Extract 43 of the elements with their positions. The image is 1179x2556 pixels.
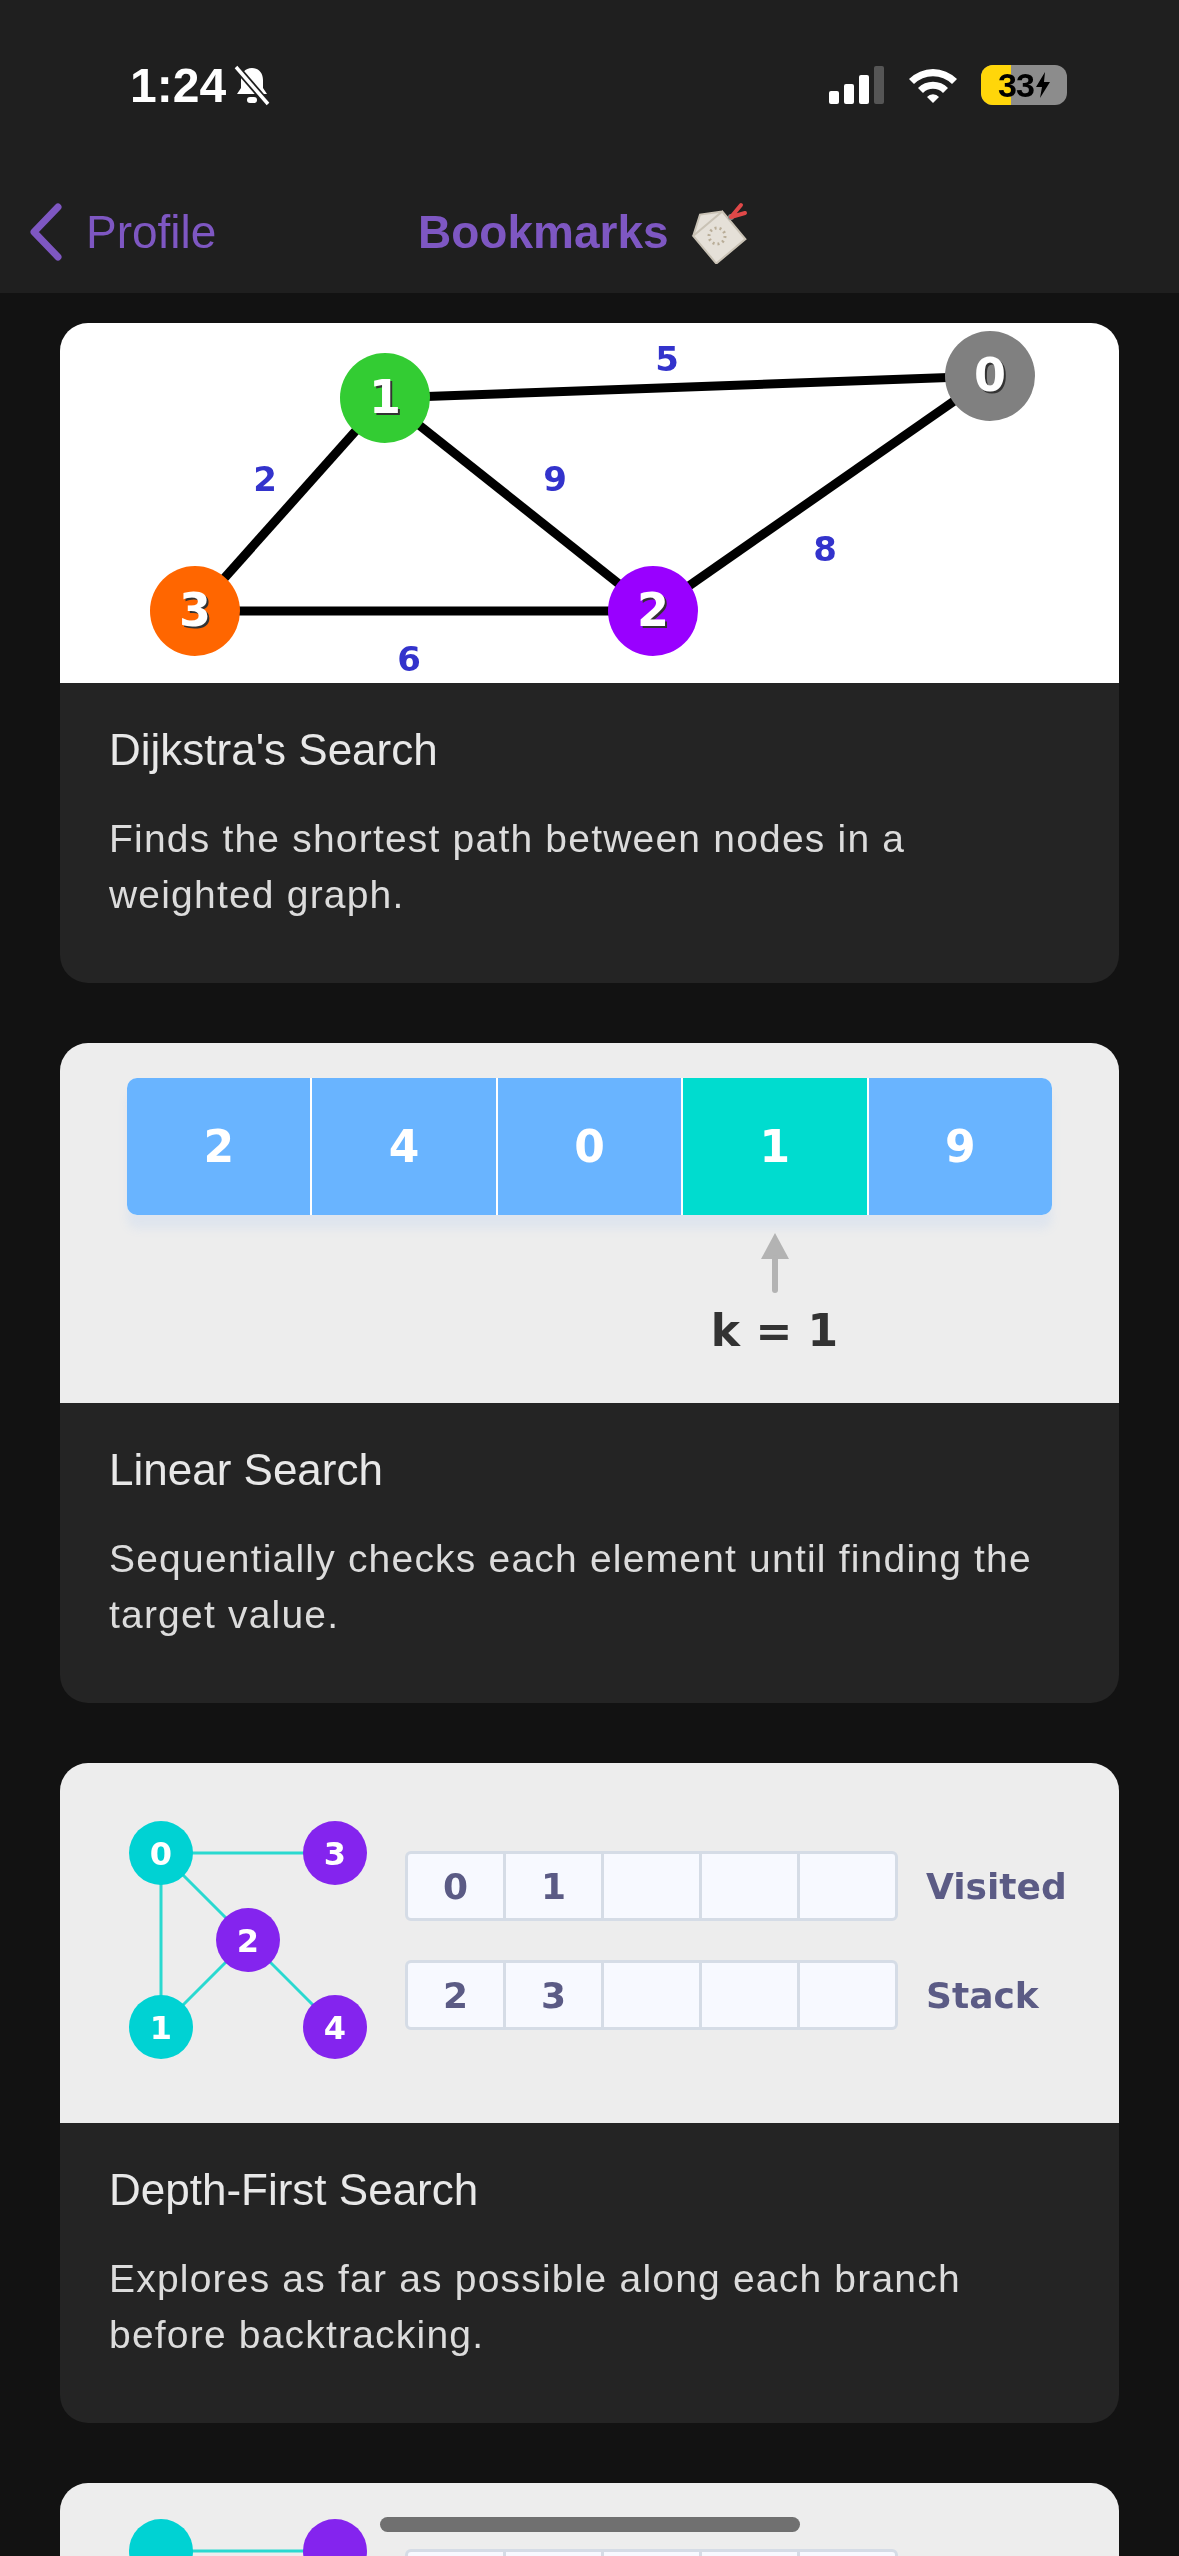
status-time: 1:24 — [130, 57, 227, 113]
pointer-label: k = 1 — [710, 1305, 839, 1356]
page-title: Bookmarks — [418, 204, 669, 259]
table-cell: 2 — [442, 1974, 469, 2016]
edge-weight: 5 — [655, 339, 679, 379]
bookmark-card[interactable]: 5 2 9 8 6 1 0 3 2 Dijkstra's Search Finds the shortest path between nodes in a weighted graph. — [60, 323, 1119, 983]
table-cell: 3 — [540, 1974, 567, 2016]
graph-node: 3 — [150, 566, 240, 656]
array-cell: 0 — [497, 1078, 682, 1215]
bell-slash-icon — [232, 64, 273, 106]
signal-icon — [829, 66, 885, 104]
card-title: Dijkstra's Search — [109, 725, 439, 775]
graph-node: 2 — [216, 1908, 280, 1972]
edge-weight: 8 — [813, 529, 837, 569]
card-description: Finds the shortest path between nodes in a weighted graph. — [109, 816, 907, 918]
array-cell: 4 — [312, 1078, 496, 1215]
bolt-icon — [1035, 72, 1050, 98]
wifi-icon — [907, 66, 959, 104]
card-description: Sequentially checks each element until finding the target value. — [109, 1536, 1033, 1638]
graph-node: 3 — [303, 1821, 367, 1885]
array-cell: 1 — [683, 1078, 867, 1215]
edge-weight: 2 — [253, 459, 277, 499]
graph-node: 4 — [303, 1995, 367, 2059]
graph-node: 0 — [129, 1821, 193, 1885]
table-cell: 0 — [442, 1865, 469, 1907]
bookmark-card[interactable]: 0 3 2 1 4 0 1 Visited 2 3 Stack Depth-First Search Explores as far as possible along each branch before backtracking. — [60, 1763, 1119, 2423]
card-title: Linear Search — [109, 1445, 384, 1495]
row-label: Visited — [926, 1865, 1067, 1907]
table-cell: 1 — [540, 1865, 567, 1907]
row-label: Stack — [926, 1974, 1039, 2016]
array-cell: 9 — [868, 1078, 1052, 1215]
graph-node: 1 — [340, 353, 430, 443]
card-title: Depth-First Search — [109, 2165, 480, 2215]
array-cell: 2 — [127, 1078, 311, 1215]
arrow-icon — [759, 1233, 790, 1293]
edge-weight: 9 — [543, 459, 567, 499]
chevron-icon — [28, 202, 62, 261]
graph-node: 0 — [945, 331, 1035, 421]
bookmark-card[interactable]: 2 4 0 1 9 k = 1 Linear Search Sequentially checks each element until finding the target value. — [60, 1043, 1119, 1703]
graph-node: 2 — [608, 566, 698, 656]
edge-weight: 6 — [397, 639, 421, 679]
graph-node: 1 — [129, 1995, 193, 2059]
card-description: Explores as far as possible along each branch before backtracking. — [109, 2256, 962, 2358]
